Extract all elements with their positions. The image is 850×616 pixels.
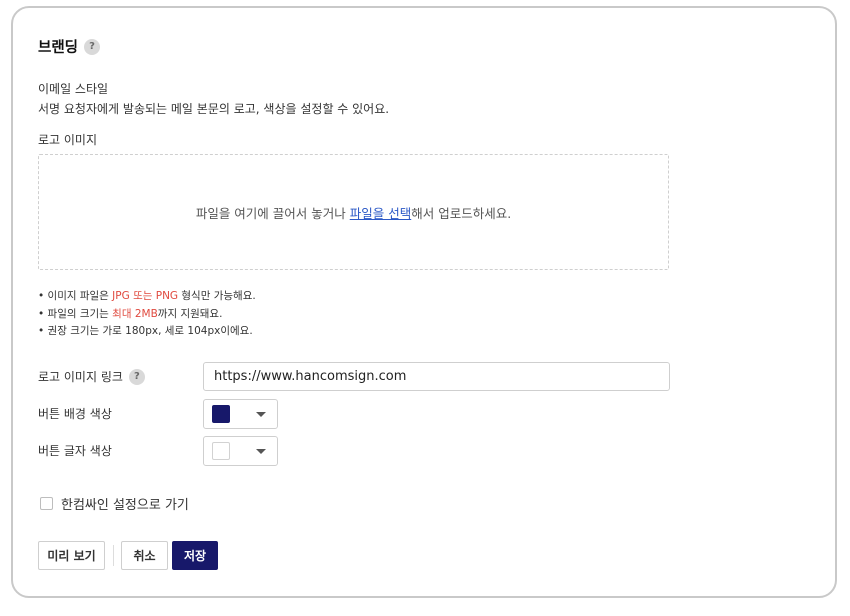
chevron-down-icon [256, 412, 266, 417]
file-select-link[interactable]: 파일을 선택 [350, 203, 411, 222]
color-swatch [212, 405, 230, 423]
color-swatch [212, 442, 230, 460]
logo-dropzone[interactable]: 파일을 여기에 끌어서 놓거나 파일을 선택 해서 업로드하세요. [38, 154, 669, 270]
button-text-color-select[interactable] [203, 436, 278, 466]
hancomsign-settings-checkbox[interactable] [40, 497, 53, 510]
help-icon[interactable]: ? [128, 368, 145, 385]
logo-link-label-row: 로고 이미지 링크 ? [38, 368, 145, 385]
help-icon[interactable]: ? [84, 38, 101, 55]
preview-button[interactable]: 미리 보기 [38, 541, 105, 570]
button-divider [113, 545, 114, 566]
note-item: • 파일의 크기는 최대 2MB까지 지원돼요. [38, 307, 223, 320]
save-button[interactable]: 저장 [172, 541, 218, 570]
logo-link-input[interactable] [203, 362, 670, 391]
button-bg-color-label: 버튼 배경 색상 [38, 407, 112, 421]
logo-link-label: 로고 이미지 링크 [38, 370, 123, 384]
upload-notes: • 이미지 파일은 JPG 또는 PNG 형식만 가능해요. • 파일의 크기는… [38, 288, 256, 341]
chevron-down-icon [256, 449, 266, 454]
branding-header: 브랜딩 ? [38, 36, 101, 57]
note-item: • 이미지 파일은 JPG 또는 PNG 형식만 가능해요. [38, 290, 256, 302]
checkbox-label: 한컴싸인 설정으로 가기 [61, 498, 189, 513]
logo-image-label: 로고 이미지 [38, 133, 98, 147]
email-style-heading: 이메일 스타일 [38, 82, 109, 96]
email-style-description: 서명 요청자에게 발송되는 메일 본문의 로고, 색상을 설정할 수 있어요. [38, 102, 390, 116]
button-bg-color-select[interactable] [203, 399, 278, 429]
cancel-button[interactable]: 취소 [121, 541, 168, 570]
dropzone-text-after: 해서 업로드하세요. [411, 205, 512, 221]
hancomsign-settings-checkbox-row[interactable]: 한컴싸인 설정으로 가기 [40, 494, 189, 513]
button-text-color-label: 버튼 글자 색상 [38, 444, 112, 458]
note-item: • 권장 크기는 가로 180px, 세로 104px이에요. [38, 325, 253, 337]
section-title: 브랜딩 [38, 40, 79, 56]
dropzone-text-before: 파일을 여기에 끌어서 놓거나 [195, 205, 350, 221]
